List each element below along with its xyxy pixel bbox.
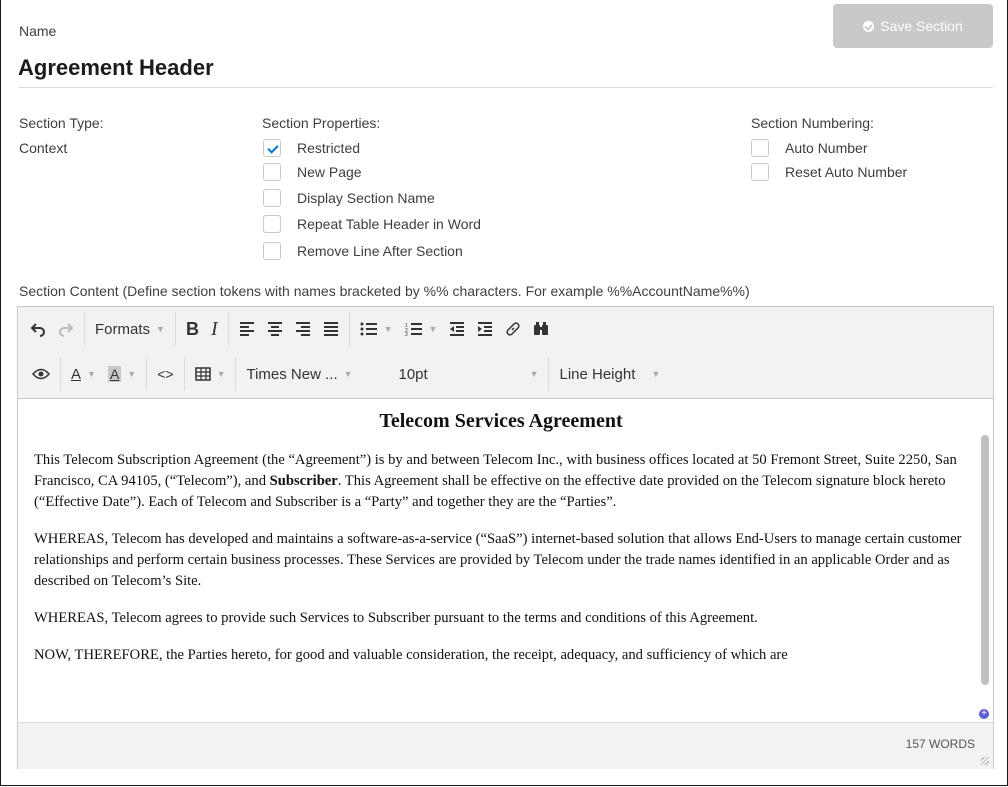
repeat-table-header-checkbox[interactable]: Repeat Table Header in Word [263,215,481,233]
check-circle-icon [863,20,875,32]
redo-icon[interactable] [52,312,80,346]
find-icon[interactable] [527,312,555,346]
status-bar: 157 WORDS [18,722,993,769]
document-heading: Telecom Services Agreement [379,410,623,432]
source-code-icon[interactable]: <> [151,357,179,391]
table-icon[interactable]: ▼ [189,357,232,391]
line-height-dropdown[interactable]: Line Height ▼ [553,357,666,391]
toolbar-separator [183,357,185,391]
toolbar-separator [60,357,61,391]
checkbox-label: Remove Line After Section [297,243,463,259]
checkbox[interactable] [751,139,769,157]
caret-down-icon: ▼ [651,369,661,379]
align-right-icon[interactable] [289,312,317,346]
font-size-value: 10pt [398,365,428,383]
toolbar-separator [348,312,350,346]
section-properties-label: Section Properties: [262,115,381,131]
caret-down-icon: ▼ [383,324,393,334]
indent-icon[interactable] [471,312,499,346]
paragraph: NOW, THEREFORE, the Parties hereto, for … [34,647,788,663]
restricted-checkbox[interactable]: Restricted [263,139,360,157]
scrollbar[interactable] [981,435,989,685]
caret-down-icon: ▼ [156,324,165,334]
font-size-dropdown[interactable]: 10pt ▼ [392,357,544,391]
formats-label: Formats [95,320,151,338]
align-left-icon[interactable] [233,312,261,346]
numbered-list-icon[interactable]: 1 2 3 ▼ [399,312,444,346]
save-section-button[interactable]: Save Section [833,4,993,48]
align-justify-icon[interactable] [317,312,345,346]
checkbox[interactable] [263,163,281,181]
new-page-checkbox[interactable]: New Page [263,163,362,181]
add-icon[interactable]: + [979,709,989,719]
preview-icon[interactable] [26,357,56,391]
paragraph: This Telecom Subscription Agreement (the… [34,450,968,513]
checkbox[interactable] [263,215,281,233]
rich-text-editor[interactable]: Formats ▼ B I ▼ 1 2 3 ▼ A ▼ A ▼ <> ▼ Tim… [17,306,994,769]
caret-down-icon: ▼ [127,369,137,379]
checkbox[interactable] [263,242,281,260]
caret-down-icon: ▼ [343,369,353,379]
toolbar-separator [146,357,148,391]
name-label: Name [19,23,57,39]
word-count: 157 WORDS [905,737,975,751]
section-numbering-label: Section Numbering: [751,115,874,131]
checkbox-label: Repeat Table Header in Word [297,216,481,232]
section-content-label: Section Content (Define section tokens w… [19,283,750,299]
checkbox-label: Auto Number [785,140,868,156]
section-type-value: Context [19,140,68,156]
font-family-dropdown[interactable]: Times New ... ▼ [240,357,392,391]
divider [18,87,993,88]
toolbar-separator [235,357,237,391]
checkbox-label: Display Section Name [297,190,435,206]
document-body[interactable]: Telecom Services Agreement This Telecom … [18,399,978,722]
align-center-icon[interactable] [261,312,289,346]
toolbar-separator [84,312,85,346]
caret-down-icon: ▼ [428,324,438,334]
bold-text: Subscriber [269,473,338,489]
toolbar-separator [174,312,176,346]
checkbox-label: Restricted [297,140,361,156]
undo-icon[interactable] [24,312,52,346]
italic-button[interactable]: I [205,312,224,346]
caret-down-icon: ▼ [216,369,226,379]
caret-down-icon: ▼ [87,369,96,379]
checkbox-label: Reset Auto Number [785,164,908,180]
auto-number-checkbox[interactable]: Auto Number [751,139,867,157]
display-section-name-checkbox[interactable]: Display Section Name [263,189,435,207]
toolbar-separator [227,312,229,346]
bullet-list-icon[interactable]: ▼ [354,312,399,346]
checkbox-label: New Page [297,164,362,180]
checkbox[interactable] [751,163,769,181]
outdent-icon[interactable] [443,312,471,346]
line-height-label: Line Height [559,365,636,383]
background-color-icon[interactable]: A ▼ [102,357,142,391]
paragraph: WHEREAS, Telecom agrees to provide such … [34,610,758,626]
reset-auto-number-checkbox[interactable]: Reset Auto Number [751,163,907,181]
section-type-label: Section Type: [19,115,104,131]
formats-dropdown[interactable]: Formats ▼ [89,312,171,346]
checkbox[interactable] [263,139,281,157]
bold-button[interactable]: B [180,312,205,346]
svg-text:3: 3 [405,332,408,336]
editor-toolbar: Formats ▼ B I ▼ 1 2 3 ▼ A ▼ A ▼ <> ▼ Tim… [18,307,993,399]
link-icon[interactable] [499,312,527,346]
caret-down-icon: ▼ [529,369,539,379]
section-title: Agreement Header [18,55,214,80]
resize-handle[interactable] [981,757,989,765]
toolbar-separator [548,357,550,391]
paragraph: WHEREAS, Telecom has developed and maint… [34,531,962,589]
font-family-value: Times New ... [246,365,338,383]
text-color-icon[interactable]: A ▼ [65,357,102,391]
save-section-label: Save Section [880,18,963,34]
checkbox[interactable] [263,189,281,207]
remove-line-after-section-checkbox[interactable]: Remove Line After Section [263,242,463,260]
